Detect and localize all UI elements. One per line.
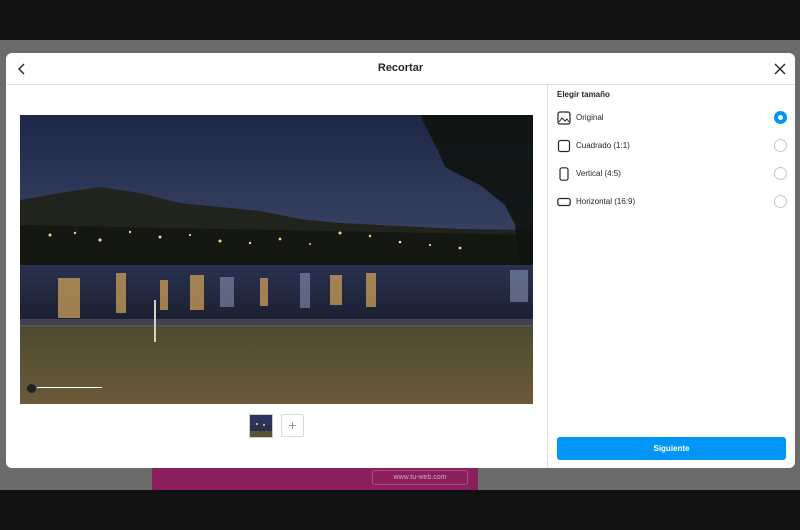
square-icon xyxy=(557,139,571,153)
radio-unselected[interactable] xyxy=(774,167,787,180)
size-option-square[interactable]: Cuadrado (1:1) xyxy=(555,136,787,156)
size-option-label: Original xyxy=(576,113,604,122)
size-option-horizontal[interactable]: Horizontal (16:9) xyxy=(555,192,787,212)
radio-selected[interactable] xyxy=(774,111,787,124)
background-banner-text: www.tu-web.com xyxy=(372,470,468,485)
crop-dialog: Recortar + Elegir tamaño Original Cuadra… xyxy=(6,53,795,468)
add-photo-button[interactable]: + xyxy=(281,414,304,437)
size-panel-title: Elegir tamaño xyxy=(557,90,610,99)
thumbnail-image xyxy=(250,415,272,437)
size-option-label: Vertical (4:5) xyxy=(576,169,621,178)
radio-unselected[interactable] xyxy=(774,139,787,152)
radio-unselected[interactable] xyxy=(774,195,787,208)
dialog-title: Recortar xyxy=(377,62,424,74)
photo-thumbnail[interactable] xyxy=(249,414,273,438)
back-button[interactable] xyxy=(11,58,33,80)
plus-icon: + xyxy=(288,417,297,433)
chevron-left-icon xyxy=(18,63,25,75)
portrait-icon xyxy=(559,167,569,181)
size-option-label: Cuadrado (1:1) xyxy=(576,141,630,150)
next-button[interactable]: Siguiente xyxy=(557,437,786,460)
landscape-icon xyxy=(557,197,571,207)
panel-divider xyxy=(547,85,548,468)
zoom-slider[interactable] xyxy=(26,383,110,394)
dialog-header: Recortar xyxy=(6,53,795,85)
zoom-thumb[interactable] xyxy=(26,383,37,394)
close-icon xyxy=(774,63,786,75)
size-option-label: Horizontal (16:9) xyxy=(576,197,636,206)
crop-preview-image[interactable] xyxy=(20,115,533,404)
size-option-original[interactable]: Original xyxy=(555,108,787,128)
size-option-vertical[interactable]: Vertical (4:5) xyxy=(555,164,787,184)
close-button[interactable] xyxy=(769,58,791,80)
image-icon xyxy=(557,111,571,125)
night-lake-photo xyxy=(20,115,533,404)
zoom-track xyxy=(32,387,102,388)
